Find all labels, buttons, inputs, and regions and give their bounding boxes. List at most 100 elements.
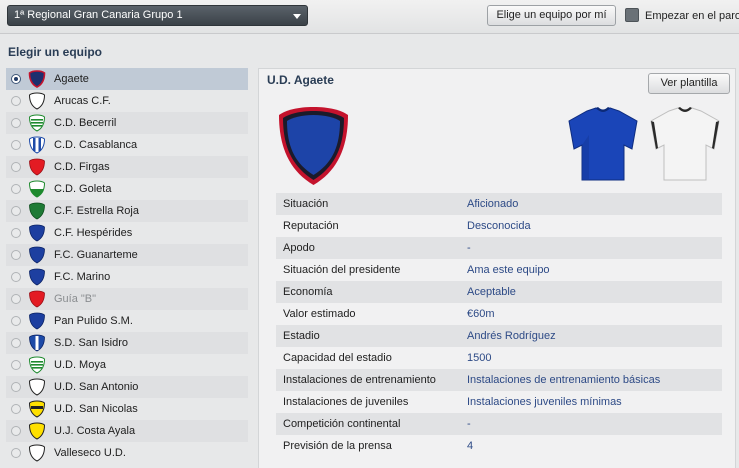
detail-label: Instalaciones de entrenamiento [283,374,436,386]
team-crest-icon [28,136,46,154]
team-name: Pan Pulido S.M. [54,315,133,327]
choose-team-title: Elegir un equipo [8,45,103,59]
detail-row: Competición continental - [276,413,722,435]
team-radio[interactable] [11,294,21,304]
team-row[interactable]: C.D. Firgas [6,156,248,178]
detail-label: Estadio [283,330,320,342]
club-crest-icon [279,107,348,185]
start-unemployed-checkbox[interactable] [625,8,639,22]
detail-value: Instalaciones de entrenamiento básicas [467,374,661,386]
detail-row: Economía Aceptable [276,281,722,303]
detail-label: Economía [283,286,333,298]
detail-value: 1500 [467,352,492,364]
team-radio[interactable] [11,316,21,326]
team-crest-icon [28,378,46,396]
team-name: U.D. Moya [54,359,106,371]
team-name: F.C. Guanarteme [54,249,138,261]
team-name: C.F. Estrella Roja [54,205,139,217]
detail-label: Apodo [283,242,315,254]
team-crest-icon [28,400,46,418]
team-radio[interactable] [11,382,21,392]
team-name: C.D. Casablanca [54,139,138,151]
team-radio[interactable] [11,96,21,106]
team-crest-icon [28,70,46,88]
club-title: U.D. Agaete [267,73,334,87]
team-row[interactable]: Valleseco U.D. [6,442,248,464]
away-kit-icon [650,107,720,181]
detail-value: Aficionado [467,198,519,210]
detail-row: Previsión de la prensa 4 [276,435,722,457]
team-name: S.D. San Isidro [54,337,128,349]
team-row[interactable]: Pan Pulido S.M. [6,310,248,332]
detail-row: Estadio Andrés Rodríguez [276,325,722,347]
team-radio[interactable] [11,140,21,150]
team-radio[interactable] [11,118,21,128]
detail-value: 4 [467,440,474,452]
team-row[interactable]: S.D. San Isidro [6,332,248,354]
team-radio[interactable] [11,448,21,458]
league-select[interactable]: 1ª Regional Gran Canaria Grupo 1 [7,5,308,26]
team-row[interactable]: U.D. San Nicolas [6,398,248,420]
team-crest-icon [28,268,46,286]
team-row[interactable]: Arucas C.F. [6,90,248,112]
detail-value: Aceptable [467,286,516,298]
team-row[interactable]: U.D. Moya [6,354,248,376]
pick-team-for-me-button[interactable]: Elige un equipo por mí [487,5,616,26]
detail-label: Situación [283,198,329,210]
team-row[interactable]: C.F. Hespérides [6,222,248,244]
team-row[interactable]: C.D. Becerril [6,112,248,134]
team-crest-icon [28,246,46,264]
team-crest-icon [28,92,46,110]
team-name: C.D. Becerril [54,117,117,129]
team-crest-icon [28,224,46,242]
start-unemployed-label: Empezar en el paro [645,10,739,22]
detail-label: Valor estimado [283,308,356,320]
team-radio[interactable] [11,426,21,436]
team-radio[interactable] [11,338,21,348]
team-crest-icon [28,312,46,330]
team-row[interactable]: C.D. Casablanca [6,134,248,156]
team-name: U.D. San Nicolas [54,403,138,415]
team-crest-icon [28,180,46,198]
team-crest-icon [28,422,46,440]
detail-value: Andrés Rodríguez [467,330,556,342]
team-radio[interactable] [11,272,21,282]
detail-row: Instalaciones de entrenamiento Instalacio… [276,369,722,391]
team-radio[interactable] [11,184,21,194]
detail-label: Instalaciones de juveniles [283,396,409,408]
team-row[interactable]: F.C. Marino [6,266,248,288]
team-radio[interactable] [11,360,21,370]
team-radio[interactable] [11,206,21,216]
detail-label: Previsión de la prensa [283,440,392,452]
team-crest-icon [28,356,46,374]
detail-value: Instalaciones juveniles mínimas [467,396,622,408]
detail-label: Reputación [283,220,339,232]
view-squad-button[interactable]: Ver plantilla [648,73,730,94]
team-name: C.D. Goleta [54,183,112,195]
top-toolbar: 1ª Regional Gran Canaria Grupo 1 Elige u… [0,0,739,34]
team-name: Arucas C.F. [54,95,111,107]
team-radio[interactable] [11,404,21,414]
detail-value: €60m [467,308,495,320]
club-details-table: Situación Aficionado Reputación Desconocida… [276,193,722,457]
chevron-down-icon [293,14,301,19]
team-row[interactable]: Agaete [6,68,248,90]
home-kit-icon [568,107,638,181]
team-row[interactable]: F.C. Guanarteme [6,244,248,266]
detail-label: Situación del presidente [283,264,401,276]
team-name: C.F. Hespérides [54,227,133,239]
team-name: C.D. Firgas [54,161,110,173]
detail-row: Situación del presidente Ama este equipo [276,259,722,281]
team-radio[interactable] [11,162,21,172]
team-row[interactable]: C.D. Goleta [6,178,248,200]
detail-label: Capacidad del estadio [283,352,392,364]
team-row[interactable]: U.D. San Antonio [6,376,248,398]
detail-value: Ama este equipo [467,264,550,276]
team-row[interactable]: U.J. Costa Ayala [6,420,248,442]
team-row[interactable]: C.F. Estrella Roja [6,200,248,222]
team-row[interactable]: Guía "B" [6,288,248,310]
team-radio[interactable] [11,250,21,260]
team-radio[interactable] [11,74,21,84]
team-radio[interactable] [11,228,21,238]
detail-row: Apodo - [276,237,722,259]
